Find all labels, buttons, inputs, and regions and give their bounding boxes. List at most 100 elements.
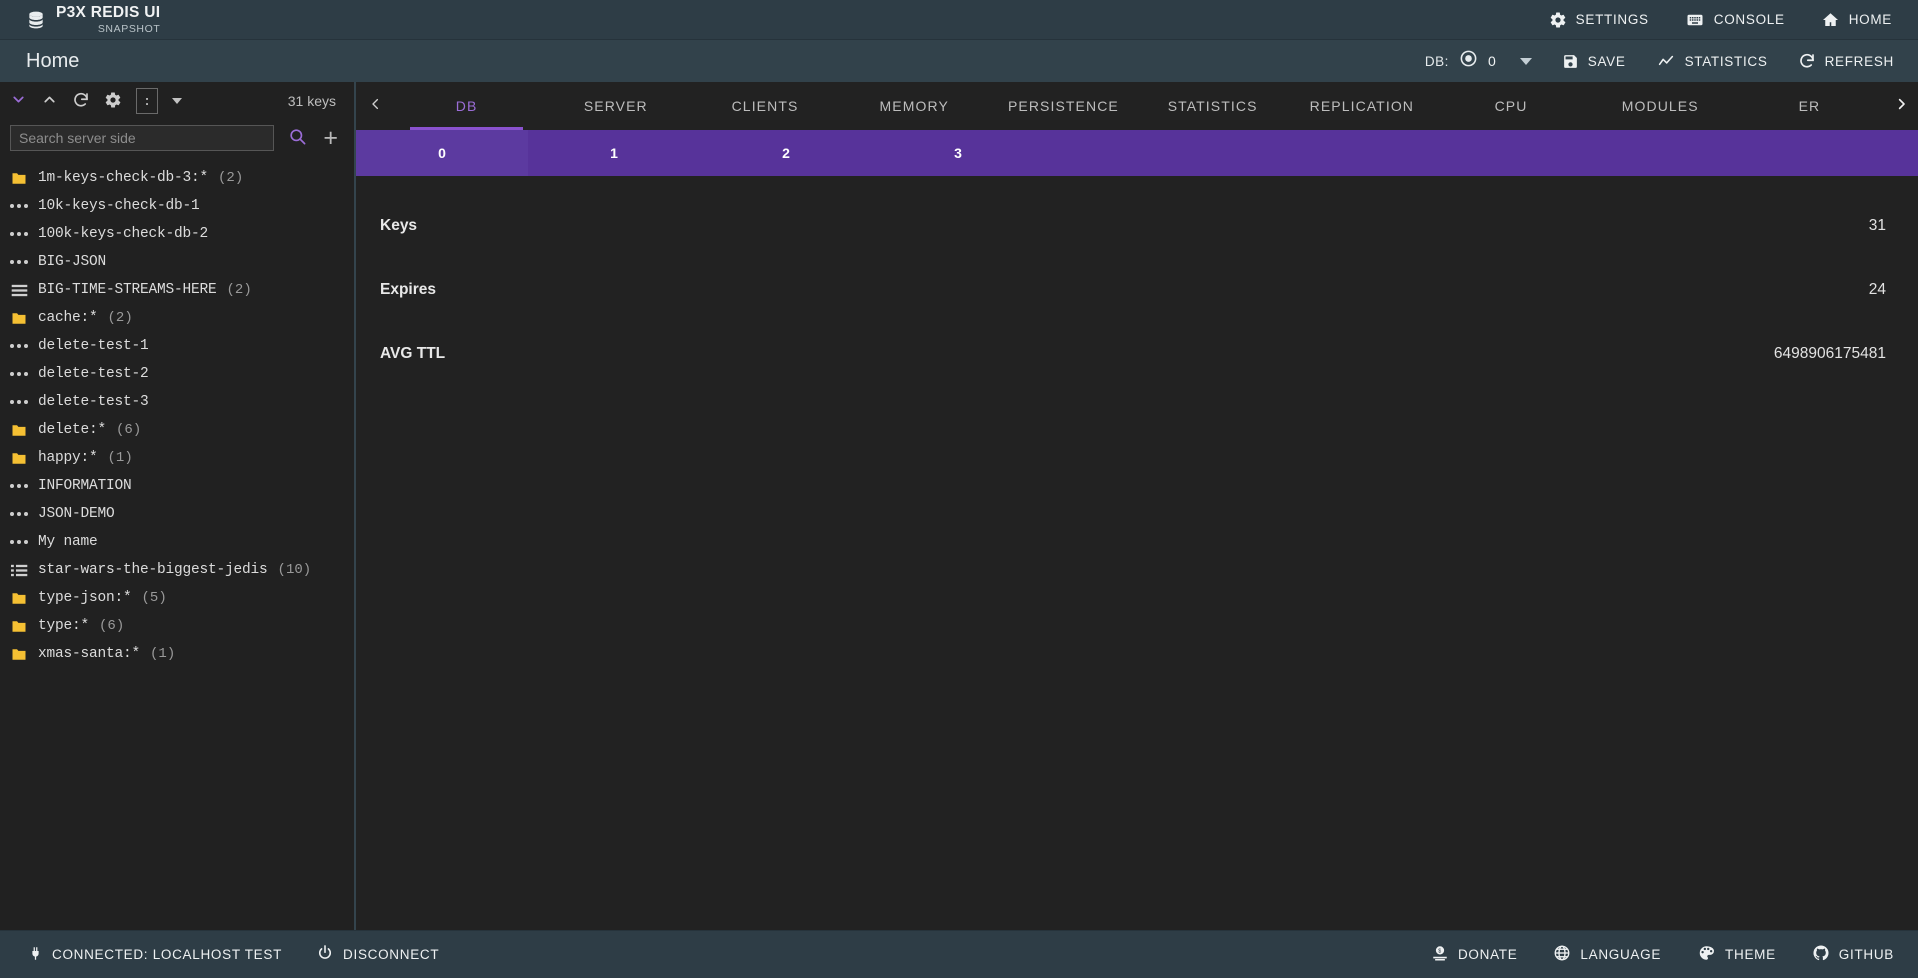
refresh-label: REFRESH: [1824, 53, 1894, 69]
string-icon: [10, 540, 28, 544]
chevron-right-icon: [1894, 94, 1909, 119]
tree-item-label: xmas-santa:*: [38, 646, 141, 662]
tree-item-folder[interactable]: type-json:* (5): [0, 584, 354, 612]
tree-item-folder[interactable]: 1m-keys-check-db-3:* (2): [0, 164, 354, 192]
refresh-icon: [72, 91, 90, 112]
tree-item-count: (1): [107, 450, 133, 466]
chevron-down-icon[interactable]: [1519, 57, 1532, 65]
tree-item-list[interactable]: star-wars-the-biggest-jedis (10): [0, 556, 354, 584]
donate-icon: $: [1431, 944, 1449, 965]
tab-statistics[interactable]: STATISTICS: [1138, 82, 1287, 130]
refresh-icon: [1798, 52, 1816, 70]
chevron-down-icon: [10, 91, 27, 111]
tab-clients[interactable]: CLIENTS: [690, 82, 839, 130]
tree-item-label: happy:*: [38, 450, 98, 466]
db-selector-value: 0: [1487, 53, 1496, 69]
gear-icon: [1549, 11, 1567, 29]
tree-item-string[interactable]: My name: [0, 528, 354, 556]
folder-icon: [10, 452, 28, 465]
tree-item-string[interactable]: delete-test-3: [0, 388, 354, 416]
save-button[interactable]: SAVE: [1562, 53, 1626, 70]
language-button[interactable]: LANGUAGE: [1553, 944, 1661, 965]
tree-item-label: delete-test-2: [38, 366, 149, 382]
tab-persistence[interactable]: PERSISTENCE: [989, 82, 1138, 130]
theme-button[interactable]: THEME: [1697, 944, 1776, 965]
db-selector[interactable]: DB: 0: [1425, 49, 1532, 73]
donate-label: DONATE: [1457, 947, 1518, 962]
tab-server[interactable]: SERVER: [541, 82, 690, 130]
tab-memory[interactable]: MEMORY: [840, 82, 989, 130]
tree-item-label: type:*: [38, 618, 90, 634]
refresh-button[interactable]: REFRESH: [1798, 52, 1894, 70]
donate-button[interactable]: $ DONATE: [1431, 944, 1517, 965]
tree-item-string[interactable]: delete-test-1: [0, 332, 354, 360]
tree-item-folder[interactable]: delete:* (6): [0, 416, 354, 444]
tabs-prev-button[interactable]: [358, 82, 392, 130]
database-icon: [26, 10, 46, 30]
console-label: CONSOLE: [1713, 12, 1785, 27]
db-index-2[interactable]: 2: [700, 130, 872, 176]
stat-value: 31: [1868, 217, 1886, 234]
key-tree[interactable]: 1m-keys-check-db-3:* (2) 10k-keys-check-…: [0, 162, 354, 930]
db-index-3[interactable]: 3: [872, 130, 1044, 176]
disconnect-label: DISCONNECT: [343, 947, 440, 962]
collapse-all-button[interactable]: [10, 91, 27, 111]
tabs-scroll: DB SERVER CLIENTS MEMORY PERSISTENCE STA…: [392, 82, 1884, 130]
separator-selector[interactable]: :: [136, 88, 158, 114]
brand-subtitle: SNAPSHOT: [97, 22, 161, 35]
tree-item-folder[interactable]: happy:* (1): [0, 444, 354, 472]
tab-db[interactable]: DB: [392, 82, 541, 130]
add-key-button[interactable]: +: [321, 125, 340, 151]
tree-item-string[interactable]: 10k-keys-check-db-1: [0, 192, 354, 220]
tree-item-label: BIG-JSON: [38, 254, 107, 270]
tree-item-folder[interactable]: xmas-santa:* (1): [0, 640, 354, 668]
app-body: : 31 keys + 1m-keys-chec: [0, 82, 1918, 930]
statistics-button[interactable]: STATISTICS: [1656, 53, 1768, 70]
sidebar-reload-button[interactable]: [72, 91, 90, 112]
radio-selected-icon: [1459, 49, 1478, 73]
sidebar-settings-button[interactable]: [104, 91, 122, 112]
tree-item-count: (2): [107, 310, 133, 326]
connection-status[interactable]: CONNECTED: LOCALHOST TEST: [28, 944, 282, 966]
search-icon: [288, 127, 307, 149]
tab-replication[interactable]: REPLICATION: [1287, 82, 1436, 130]
caret-down-icon[interactable]: [172, 98, 182, 104]
string-icon: [10, 232, 28, 236]
tab-modules[interactable]: MODULES: [1586, 82, 1735, 130]
tree-item-folder[interactable]: type:* (6): [0, 612, 354, 640]
home-button[interactable]: HOME: [1821, 11, 1892, 29]
tree-item-string[interactable]: INFORMATION: [0, 472, 354, 500]
expand-all-button[interactable]: [41, 91, 58, 111]
tree-item-stream[interactable]: BIG-TIME-STREAMS-HERE (2): [0, 276, 354, 304]
console-button[interactable]: CONSOLE: [1685, 11, 1785, 29]
search-input[interactable]: [10, 125, 275, 151]
search-button[interactable]: [288, 127, 307, 149]
tabs-next-button[interactable]: [1884, 82, 1918, 130]
db-index-0[interactable]: 0: [356, 130, 528, 176]
github-icon: [1812, 944, 1830, 965]
tab-errorstats[interactable]: ER: [1735, 82, 1884, 130]
stat-row-avg-ttl: AVG TTL 6498906175481: [368, 322, 1894, 386]
app-root: P3X REDIS UI SNAPSHOT SETTINGS CONSOLE H…: [0, 0, 1918, 978]
stat-value: 24: [1868, 281, 1886, 298]
key-count-label: 31 keys: [287, 93, 336, 109]
tree-item-string[interactable]: JSON-DEMO: [0, 500, 354, 528]
tree-item-label: JSON-DEMO: [38, 506, 115, 522]
tree-item-string[interactable]: delete-test-2: [0, 360, 354, 388]
tree-item-count: (2): [218, 170, 244, 186]
tree-item-count: (1): [150, 646, 176, 662]
language-label: LANGUAGE: [1580, 947, 1662, 962]
disconnect-button[interactable]: DISCONNECT: [316, 944, 439, 965]
tree-item-string[interactable]: 100k-keys-check-db-2: [0, 220, 354, 248]
github-button[interactable]: GITHUB: [1812, 944, 1894, 965]
tree-item-count: (6): [99, 618, 125, 634]
tree-item-folder[interactable]: cache:* (2): [0, 304, 354, 332]
tree-item-string[interactable]: BIG-JSON: [0, 248, 354, 276]
tree-item-label: 1m-keys-check-db-3:*: [38, 170, 209, 186]
header-actions: SETTINGS CONSOLE HOME: [1549, 11, 1892, 29]
db-index-1[interactable]: 1: [528, 130, 700, 176]
stat-row-expires: Expires 24: [368, 258, 1894, 322]
tab-cpu[interactable]: CPU: [1436, 82, 1585, 130]
settings-button[interactable]: SETTINGS: [1549, 11, 1649, 29]
info-tabs: DB SERVER CLIENTS MEMORY PERSISTENCE STA…: [356, 82, 1918, 130]
